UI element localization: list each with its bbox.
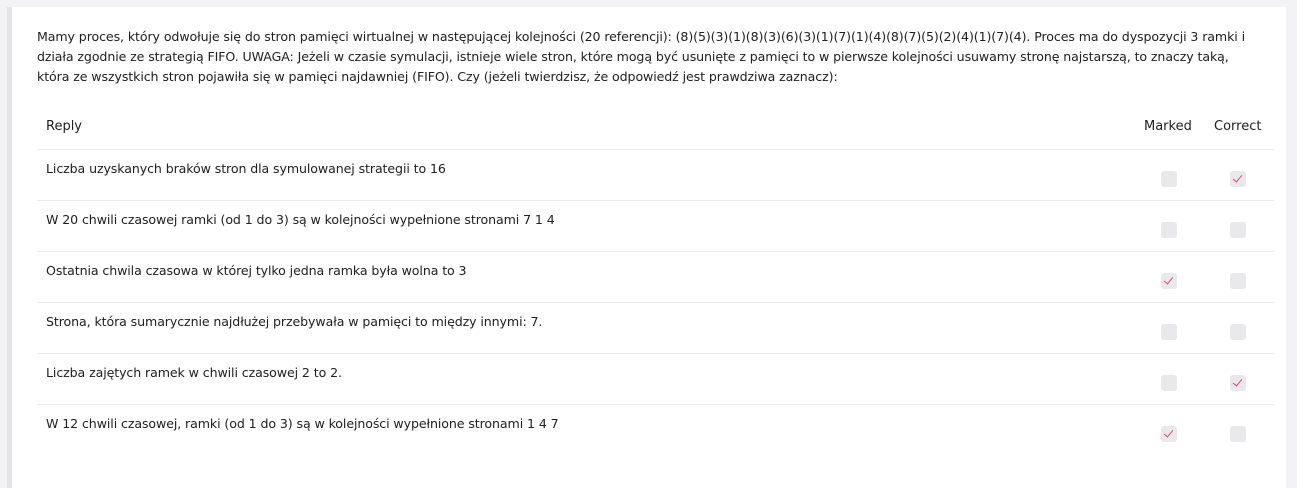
table-row: Ostatnia chwila czasowa w której tylko j…	[37, 252, 1274, 303]
marked-checkbox[interactable]	[1161, 222, 1177, 238]
marked-checkbox[interactable]	[1161, 273, 1177, 289]
table-header: Reply Marked Correct	[37, 107, 1274, 150]
answers-table: Reply Marked Correct Liczba uzyskanych b…	[37, 107, 1274, 455]
table-row: W 20 chwili czasowej ramki (od 1 do 3) s…	[37, 201, 1274, 252]
header-marked: Marked	[1144, 119, 1192, 134]
correct-checkbox[interactable]	[1230, 222, 1246, 238]
correct-checkbox[interactable]	[1230, 171, 1246, 187]
marked-checkbox[interactable]	[1161, 171, 1177, 187]
reply-text: Ostatnia chwila czasowa w której tylko j…	[46, 263, 467, 278]
reply-text: W 20 chwili czasowej ramki (od 1 do 3) s…	[46, 212, 555, 227]
header-reply: Reply	[46, 119, 83, 134]
correct-checkbox[interactable]	[1230, 273, 1246, 289]
reply-text: Strona, która sumarycznie najdłużej prze…	[46, 314, 543, 329]
table-row: Liczba zajętych ramek w chwili czasowej …	[37, 354, 1274, 405]
table-row: Liczba uzyskanych braków stron dla symul…	[37, 150, 1274, 201]
question-text: Mamy proces, który odwołuje się do stron…	[37, 29, 1245, 84]
check-icon	[1163, 427, 1174, 438]
correct-checkbox[interactable]	[1230, 375, 1246, 391]
correct-checkbox[interactable]	[1230, 426, 1246, 442]
question-card: Mamy proces, który odwołuje się do stron…	[7, 7, 1286, 488]
header-correct: Correct	[1214, 119, 1262, 134]
table-row: W 12 chwili czasowej, ramki (od 1 do 3) …	[37, 405, 1274, 455]
reply-text: Liczba uzyskanych braków stron dla symul…	[46, 161, 446, 176]
reply-text: W 12 chwili czasowej, ramki (od 1 do 3) …	[46, 416, 559, 431]
marked-checkbox[interactable]	[1161, 324, 1177, 340]
correct-checkbox[interactable]	[1230, 324, 1246, 340]
check-icon	[1232, 376, 1243, 387]
table-row: Strona, która sumarycznie najdłużej prze…	[37, 303, 1274, 354]
check-icon	[1163, 274, 1174, 285]
marked-checkbox[interactable]	[1161, 426, 1177, 442]
check-icon	[1232, 172, 1243, 183]
marked-checkbox[interactable]	[1161, 375, 1177, 391]
reply-text: Liczba zajętych ramek w chwili czasowej …	[46, 365, 342, 380]
